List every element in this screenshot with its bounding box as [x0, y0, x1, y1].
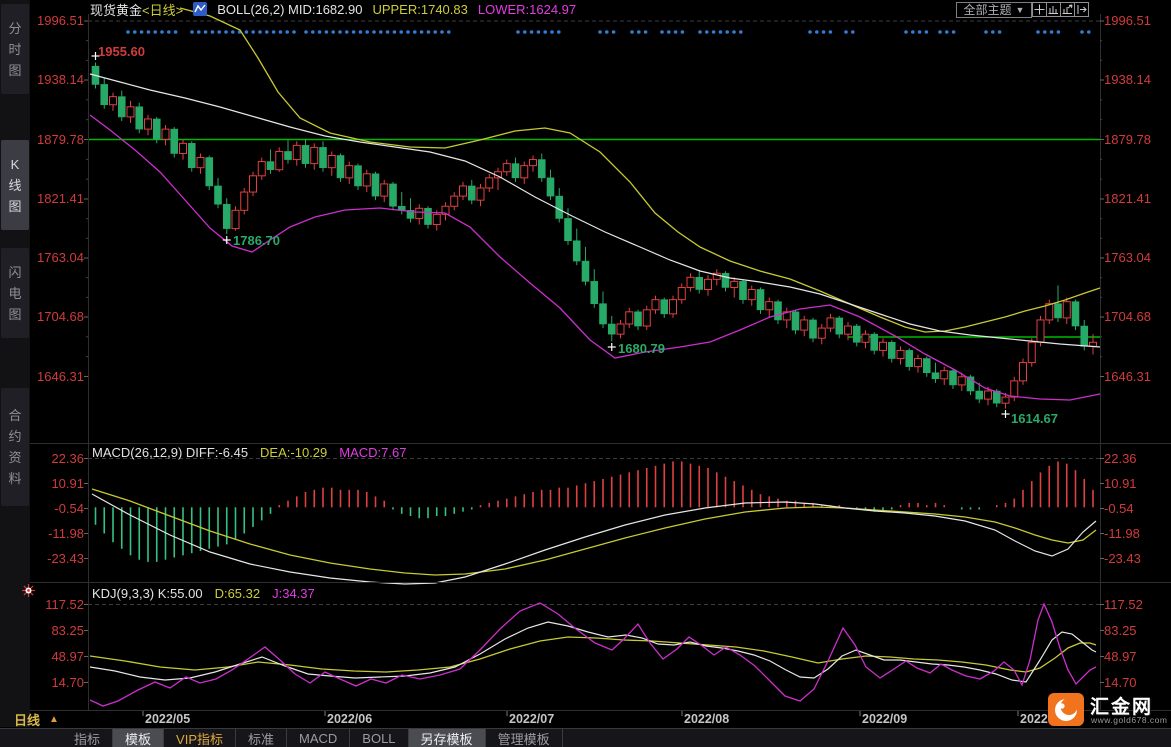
macd-diff-line: [91, 493, 1097, 585]
period-label: 日线: [14, 712, 41, 728]
x-axis-label: 2022/06: [327, 712, 373, 726]
trading-app-window: 分时图K线图闪电图合约资料 现货黄金<日线> BOLL(26,2) MID:16…: [0, 0, 1171, 747]
pane-chart-arrow-icon[interactable]: [1060, 2, 1075, 17]
y-axis-label: 22.36: [1104, 450, 1137, 466]
y-axis-label: 1996.51: [37, 13, 84, 28]
boll-lower-label: LOWER:1624.97: [477, 1, 577, 17]
kdj-d-label: D:65.32: [214, 586, 261, 601]
brand-logo-icon: [1048, 693, 1084, 726]
price-annotation: 1786.70: [233, 233, 280, 248]
y-axis-label: 1938.14: [37, 72, 84, 87]
period-tag: <日线>: [142, 2, 184, 18]
y-axis-label: 1646.31: [1104, 368, 1151, 384]
bottom-tab-bar: 指标 模板 VIP指标 标准 MACD BOLL 另存模板 管理模板: [0, 728, 1171, 747]
chart-canvas[interactable]: [0, 0, 1171, 747]
boll-upper-label: UPPER:1740.83: [372, 1, 468, 17]
bottom-tab-6[interactable]: BOLL: [350, 729, 409, 747]
kdj-j-label: J:34.37: [272, 586, 315, 601]
macd-dea-label: DEA:-10.29: [260, 445, 328, 460]
theme-dropdown-label: 全部主题: [963, 3, 1012, 17]
tabbar-spacer: [0, 729, 62, 747]
kdj-header: KDJ(9,3,3) K:55.00 D:65.32 J:34.37: [92, 586, 315, 601]
y-axis-label: -23.43: [47, 550, 84, 566]
theme-dropdown[interactable]: 全部主题 ▼: [956, 2, 1032, 18]
brand-url: www.gold678.com: [1091, 715, 1168, 725]
y-axis-label: 1704.68: [37, 309, 84, 324]
boll-upper-line: [179, 7, 1101, 333]
x-axis-label: 2022/08: [684, 712, 730, 726]
boll-lower-line: [89, 114, 1101, 401]
y-axis-label: 1704.68: [1104, 309, 1151, 324]
kdj-title: KDJ(9,3,3) K:55.00: [92, 586, 203, 601]
kdj-j-line: [89, 602, 1097, 707]
y-axis-label: 83.25: [1104, 622, 1137, 638]
x-axis-label: 2022: [1020, 712, 1048, 726]
y-axis-label: 48.97: [51, 648, 84, 664]
y-axis-label: 117.52: [45, 596, 84, 612]
triangle-up-icon: ▲: [49, 713, 59, 725]
pane-chart-icon[interactable]: [1046, 2, 1061, 17]
y-axis-label: 22.36: [51, 450, 84, 466]
bottom-tab-5[interactable]: MACD: [287, 729, 351, 747]
y-axis-label: 1938.14: [1104, 72, 1151, 87]
x-axis-label: 2022/09: [862, 712, 908, 726]
y-axis-label: 1879.78: [1104, 131, 1151, 147]
brand-logo: 汇金网 www.gold678.com: [1046, 692, 1168, 727]
y-axis-label: 1646.31: [37, 368, 84, 384]
kdj-k-line: [89, 621, 1097, 683]
y-axis-label: 14.70: [51, 674, 84, 690]
y-axis-label: 1879.78: [37, 131, 84, 147]
bottom-tab-1[interactable]: 指标: [62, 729, 114, 747]
y-axis-label: 1821.41: [1104, 191, 1151, 206]
crosshair-icon[interactable]: [1032, 2, 1047, 17]
y-axis-label: 14.70: [1104, 674, 1137, 690]
boll-mid-label: BOLL(26,2) MID:1682.90: [217, 1, 363, 17]
chevron-down-icon: ▼: [1015, 5, 1025, 15]
symbol-name: 现货黄金: [90, 2, 143, 18]
y-axis-label: 48.97: [1104, 648, 1137, 664]
y-axis-label: 83.25: [51, 622, 84, 638]
indicator-settings-icon[interactable]: [21, 583, 36, 598]
chart-header: 现货黄金<日线> BOLL(26,2) MID:1682.90 UPPER:17…: [90, 0, 577, 19]
period-selector-button[interactable]: 日线 ▲: [0, 711, 59, 728]
x-axis-label: 2022/05: [145, 712, 191, 726]
bottom-tab-4[interactable]: 标准: [236, 729, 288, 747]
y-axis-label: 1763.04: [37, 250, 84, 265]
panel-borders: [30, 14, 1171, 711]
macd-header: MACD(26,12,9) DIFF:-6.45 DEA:-10.29 MACD…: [92, 445, 407, 460]
y-axis-label: 10.91: [1104, 475, 1137, 491]
price-annotation: 1680.79: [618, 341, 665, 356]
grid-lines: [88, 20, 1100, 605]
event-dots: [126, 30, 1091, 34]
y-axis-label: -23.43: [1104, 550, 1141, 566]
y-axis-label: -11.98: [48, 525, 84, 541]
price-annotation: 1955.60: [98, 44, 145, 59]
macd-macd-label: MACD:7.67: [339, 445, 407, 460]
bottom-tab-8[interactable]: 管理模板: [486, 729, 563, 747]
extreme-markers: [91, 52, 1010, 418]
collapse-panel-icon[interactable]: [1074, 2, 1089, 17]
x-axis-row: 日线 ▲ 2022/05 2022/06 2022/07 2022/08 2022/09…: [0, 711, 1171, 728]
symbol-title: 现货黄金<日线>: [90, 0, 183, 19]
y-axis-label: 117.52: [1104, 596, 1143, 612]
y-axis-label: -0.54: [1104, 500, 1134, 516]
y-axis-label: 1821.41: [37, 191, 84, 206]
y-axis-label: 10.91: [51, 475, 84, 491]
y-axis-label: 1763.04: [1104, 250, 1151, 265]
y-axis-label: 1996.51: [1104, 13, 1151, 28]
price-annotation: 1614.67: [1011, 411, 1058, 426]
bottom-tab-3[interactable]: VIP指标: [164, 729, 236, 747]
y-axis-label: -0.54: [54, 500, 84, 516]
x-axis-label: 2022/07: [509, 712, 555, 726]
bottom-tab-2[interactable]: 模板: [113, 729, 165, 747]
macd-title: MACD(26,12,9) DIFF:-6.45: [92, 445, 249, 460]
y-axis-label: -11.98: [1104, 525, 1140, 541]
bottom-tab-7[interactable]: 另存模板: [408, 729, 486, 747]
overlay-chart-icon[interactable]: [193, 2, 208, 16]
